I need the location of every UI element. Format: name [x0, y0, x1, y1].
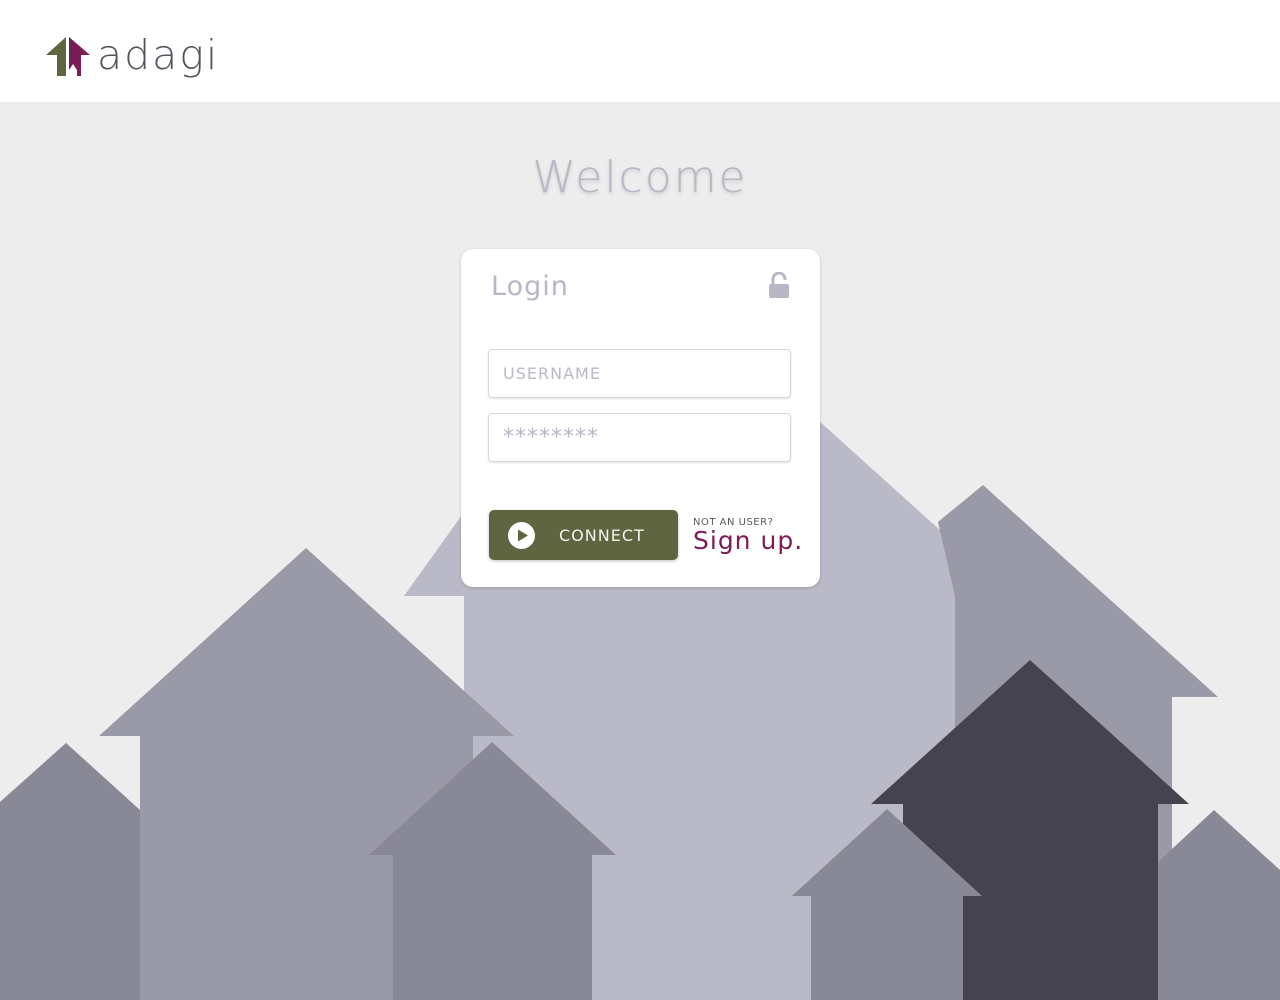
login-title: Login — [491, 271, 569, 302]
play-icon — [508, 521, 535, 549]
login-card: Login CONNECT NOT AN USER? Sign up. — [461, 249, 820, 587]
welcome-heading: Welcome — [532, 152, 748, 203]
header: adagi — [0, 0, 1280, 102]
main-area: Welcome Login CONNECT NOT AN USER? Sign … — [0, 102, 1280, 1000]
username-field[interactable] — [488, 349, 791, 398]
password-field[interactable] — [488, 413, 791, 462]
logo-text: adagi — [97, 31, 220, 79]
username-input[interactable] — [489, 350, 790, 397]
logo[interactable]: adagi — [46, 31, 220, 79]
connect-button[interactable]: CONNECT — [489, 510, 678, 560]
signup-link[interactable]: Sign up. — [693, 526, 803, 555]
connect-label: CONNECT — [559, 525, 645, 545]
house-logo-icon — [46, 37, 90, 76]
password-input[interactable] — [489, 414, 790, 461]
unlock-icon — [769, 272, 789, 298]
